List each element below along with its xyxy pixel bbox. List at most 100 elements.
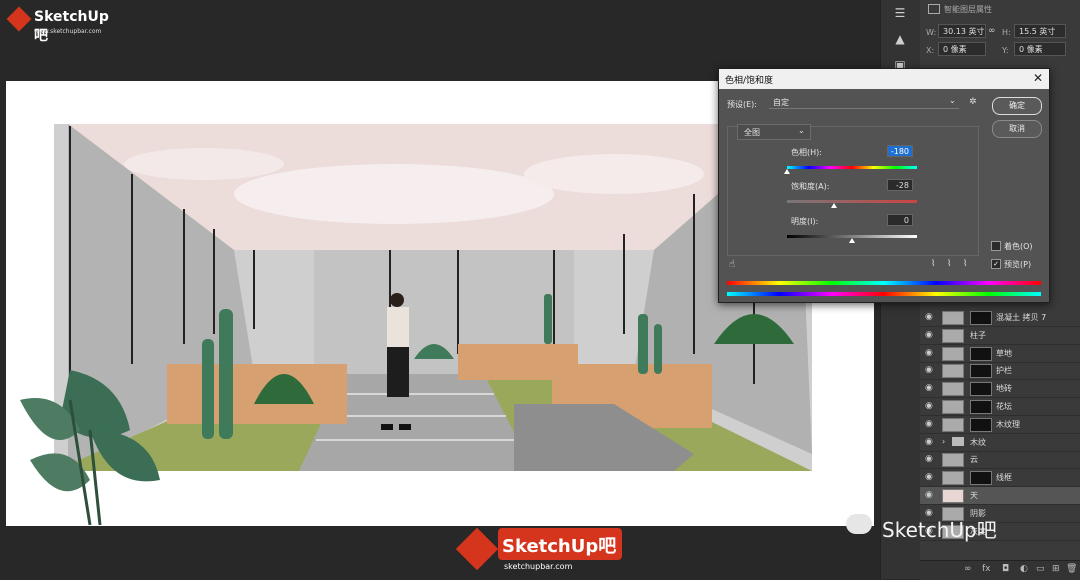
chevron-right-icon[interactable]: › <box>942 437 945 446</box>
layer-row[interactable]: ◉ 地砖 <box>920 380 1080 399</box>
visibility-eye-icon[interactable]: ◉ <box>925 437 935 447</box>
wechat-icon <box>846 514 872 534</box>
dialog-title: 色相/饱和度 <box>725 76 774 86</box>
preset-label: 预设(E): <box>727 100 757 109</box>
layer-thumbnail <box>942 346 964 361</box>
visibility-eye-icon[interactable]: ◉ <box>925 330 935 340</box>
properties-header: 智能图层属性 <box>944 5 992 14</box>
chevron-down-icon: ⌄ <box>798 126 805 135</box>
visibility-eye-icon[interactable]: ◉ <box>925 472 935 482</box>
layer-row[interactable]: ◉ 护栏 <box>920 362 1080 381</box>
visibility-eye-icon[interactable]: ◉ <box>925 312 935 322</box>
hue-input[interactable]: -180 <box>887 145 913 157</box>
layer-thumbnail <box>942 382 964 397</box>
cloud <box>524 154 704 194</box>
layer-name: 花坛 <box>996 402 1012 411</box>
layer-name: 柱子 <box>970 330 986 340</box>
gear-icon[interactable]: ✲ <box>969 97 977 107</box>
saturation-slider-track[interactable] <box>787 200 917 203</box>
layer-thumbnail <box>942 417 964 432</box>
visibility-eye-icon[interactable]: ◉ <box>925 419 935 429</box>
layer-row[interactable]: ◉ › 木纹 <box>920 434 1080 452</box>
layer-row[interactable]: ◉ 花坛 <box>920 398 1080 416</box>
preview-checkbox[interactable]: ✓ <box>991 259 1001 269</box>
height-field[interactable]: 15.5 英寸 <box>1014 24 1066 38</box>
adjustments-icon[interactable]: ☰ <box>891 6 909 20</box>
wechat-text: SketchUp吧 <box>882 518 997 542</box>
lightness-label: 明度(I): <box>791 217 819 226</box>
sketchup-logo-icon <box>6 6 32 32</box>
visibility-eye-icon[interactable]: ◉ <box>925 383 935 393</box>
layer-mask-thumbnail <box>970 471 992 486</box>
saturation-slider-thumb[interactable] <box>830 203 837 208</box>
hue-slider-track[interactable] <box>787 166 917 169</box>
bottom-url: sketchupbar.com <box>504 562 573 571</box>
close-icon[interactable]: ✕ <box>1031 71 1045 85</box>
new-layer-icon[interactable]: ⊞ <box>1052 564 1060 574</box>
dialog-title-bar[interactable]: 色相/饱和度 ✕ <box>719 69 1049 89</box>
layer-name: 木纹理 <box>996 419 1020 429</box>
hand-adjust-icon[interactable]: ☝ <box>729 259 735 270</box>
colorize-checkbox[interactable] <box>991 241 1001 251</box>
visibility-eye-icon[interactable]: ◉ <box>925 490 935 500</box>
cloud <box>234 164 554 224</box>
adjustment-icon[interactable]: ◐ <box>1020 564 1028 574</box>
y-field[interactable]: 0 像素 <box>1014 42 1066 56</box>
saturation-input[interactable]: -28 <box>887 179 913 191</box>
link-layers-icon[interactable]: ∞ <box>964 564 972 574</box>
monstera-plant-icon <box>20 370 160 525</box>
layer-thumbnail <box>942 453 964 468</box>
trash-icon[interactable]: 🗑 <box>1066 564 1077 574</box>
layer-name: 地砖 <box>996 384 1012 394</box>
layer-thumbnail <box>942 328 964 343</box>
layer-thumbnail <box>942 364 964 379</box>
height-label: H: <box>1002 28 1011 37</box>
sketchup-logo-icon <box>455 527 499 571</box>
wechat-badge: SketchUp吧 <box>846 510 1046 544</box>
link-icon[interactable]: ∞ <box>988 26 996 36</box>
lightness-slider-thumb[interactable] <box>849 238 855 243</box>
layer-name: 混凝土 拷贝 7 <box>996 313 1047 322</box>
visibility-eye-icon[interactable]: ◉ <box>925 401 935 411</box>
x-field[interactable]: 0 像素 <box>938 42 986 56</box>
layer-thumbnail <box>942 471 964 486</box>
hue-slider-thumb[interactable] <box>784 169 790 174</box>
hue-saturation-dialog: 色相/饱和度 ✕ 预设(E): 自定 ⌄ ✲ 确定 取消 全图 ⌄ 色相(H):… <box>718 68 1050 303</box>
visibility-eye-icon[interactable]: ◉ <box>925 454 935 464</box>
smart-object-icon <box>928 4 940 14</box>
output-color-bar <box>727 292 1041 296</box>
visibility-eye-icon[interactable]: ◉ <box>925 348 935 358</box>
eyedropper-subtract-icon[interactable]: ⌇ <box>963 259 967 269</box>
ok-button[interactable]: 确定 <box>992 97 1042 115</box>
planter-left <box>167 364 347 424</box>
preset-select[interactable]: 自定 ⌄ <box>769 96 959 109</box>
channel-select[interactable]: 全图 ⌄ <box>737 124 811 140</box>
layer-row[interactable]: ◉ 柱子 <box>920 327 1080 345</box>
width-label: W: <box>926 28 937 37</box>
watermark-brand: SketchUp吧 <box>34 9 109 44</box>
preset-value: 自定 <box>773 98 789 107</box>
visibility-eye-icon[interactable]: ◉ <box>925 365 935 375</box>
layer-name: 草地 <box>996 348 1012 358</box>
layer-row[interactable]: ◉ 木纹理 <box>920 416 1080 434</box>
layers-toolbar: ∞ fx ◘ ◐ ▭ ⊞ 🗑 <box>920 560 1080 580</box>
folder-icon[interactable]: ▭ <box>1036 564 1045 574</box>
mask-icon[interactable]: ◘ <box>1002 564 1009 574</box>
lightness-input[interactable]: 0 <box>887 214 913 226</box>
fx-icon[interactable]: fx <box>982 564 991 574</box>
layer-row[interactable]: ◉ 天 <box>920 487 1080 505</box>
cancel-button[interactable]: 取消 <box>992 120 1042 138</box>
input-color-bar <box>727 281 1041 285</box>
layer-row[interactable]: ◉ 混凝土 拷贝 7 <box>920 309 1080 327</box>
layer-mask-thumbnail <box>970 382 992 397</box>
layer-row[interactable]: ◉ 线框 <box>920 469 1080 488</box>
width-field[interactable]: 30.13 英寸 <box>938 24 986 38</box>
layer-row[interactable]: ◉ 云 <box>920 451 1080 470</box>
layer-row[interactable]: ◉ 草地 <box>920 345 1080 363</box>
stamp-icon[interactable]: ▲ <box>891 32 909 46</box>
eyedropper-icon[interactable]: ⌇ <box>931 259 935 269</box>
layer-thumbnail <box>942 311 964 325</box>
colorize-label: 着色(O) <box>1004 242 1033 251</box>
eyedropper-add-icon[interactable]: ⌇ <box>947 259 951 269</box>
channel-value: 全图 <box>744 128 760 137</box>
